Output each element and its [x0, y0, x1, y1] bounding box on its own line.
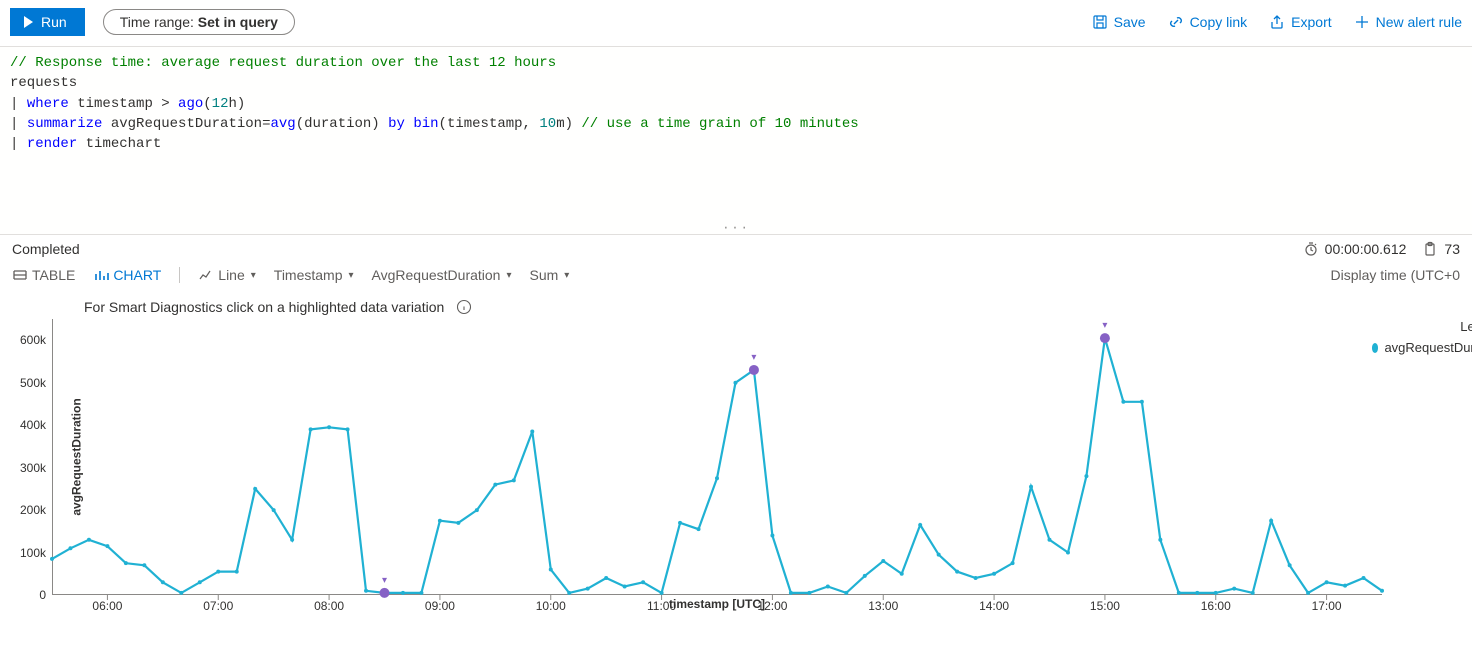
svg-text:▾: ▾ [751, 352, 756, 363]
link-icon [1168, 14, 1184, 30]
table-icon [12, 267, 28, 283]
y-tick: 600k [20, 333, 52, 347]
y-tick: 500k [20, 376, 52, 390]
svg-text:▾: ▾ [1102, 320, 1107, 331]
aggregate-select[interactable]: Sum▾ [530, 267, 570, 283]
copy-link-button[interactable]: Copy link [1168, 14, 1248, 30]
line-chart-icon [198, 267, 214, 283]
x-tick: 07:00 [203, 595, 233, 613]
chevron-down-icon: ▾ [564, 270, 569, 281]
time-range-prefix: Time range: [120, 14, 198, 30]
x-tick: 09:00 [425, 595, 455, 613]
x-tick: 12:00 [757, 595, 787, 613]
y-tick: 200k [20, 503, 52, 517]
time-range-value: Set in query [198, 14, 278, 30]
chevron-down-icon: ▾ [506, 270, 511, 281]
x-tick: 10:00 [536, 595, 566, 613]
query-editor[interactable]: // Response time: average request durati… [0, 47, 1472, 235]
export-icon [1269, 14, 1285, 30]
y-tick: 100k [20, 546, 52, 560]
smart-diagnostics-hint: For Smart Diagnostics click on a highlig… [84, 299, 444, 315]
stopwatch-icon [1303, 241, 1319, 257]
time-range-pill[interactable]: Time range: Set in query [103, 9, 295, 35]
clipboard-icon [1422, 241, 1438, 257]
x-tick: 11:00 [647, 595, 676, 613]
x-axis-label: timestamp [UTC] [52, 597, 1382, 611]
x-tick: 14:00 [979, 595, 1009, 613]
svg-text:▾: ▾ [382, 575, 387, 586]
plus-icon [1354, 14, 1370, 30]
info-icon[interactable] [456, 299, 472, 315]
chart-plot[interactable]: avgRequestDuration ▾▾▾ Leg avgRequestDur… [52, 319, 1382, 595]
measure-select[interactable]: AvgRequestDuration▾ [372, 267, 512, 283]
run-button[interactable]: Run [10, 8, 85, 36]
xaxis-select[interactable]: Timestamp▾ [274, 267, 354, 283]
new-alert-button[interactable]: New alert rule [1354, 14, 1462, 30]
export-button[interactable]: Export [1269, 14, 1331, 30]
x-tick: 15:00 [1090, 595, 1120, 613]
y-tick: 400k [20, 418, 52, 432]
run-label: Run [41, 14, 67, 30]
x-tick: 16:00 [1201, 595, 1231, 613]
chart-type-select[interactable]: Line▾ [198, 267, 256, 283]
status-label: Completed [12, 241, 80, 257]
x-tick: 13:00 [868, 595, 898, 613]
tab-chart[interactable]: CHART [93, 267, 161, 283]
chevron-down-icon: ▾ [349, 270, 354, 281]
legend-dot-icon [1372, 343, 1378, 353]
x-tick: 08:00 [314, 595, 344, 613]
chart-icon [93, 267, 109, 283]
x-tick: 17:00 [1312, 595, 1342, 613]
save-icon [1092, 14, 1108, 30]
display-time-label: Display time (UTC+0 [1330, 267, 1460, 283]
chevron-down-icon: ▾ [251, 270, 256, 281]
y-tick: 0 [39, 588, 52, 602]
legend: Leg avgRequestDura [1372, 319, 1472, 355]
play-icon [24, 16, 33, 28]
x-tick: 06:00 [92, 595, 122, 613]
y-tick: 300k [20, 461, 52, 475]
elapsed-time: 00:00:00.612 [1303, 241, 1407, 257]
separator [179, 267, 180, 283]
save-button[interactable]: Save [1092, 14, 1146, 30]
row-count: 73 [1422, 241, 1460, 257]
tab-table[interactable]: TABLE [12, 267, 75, 283]
